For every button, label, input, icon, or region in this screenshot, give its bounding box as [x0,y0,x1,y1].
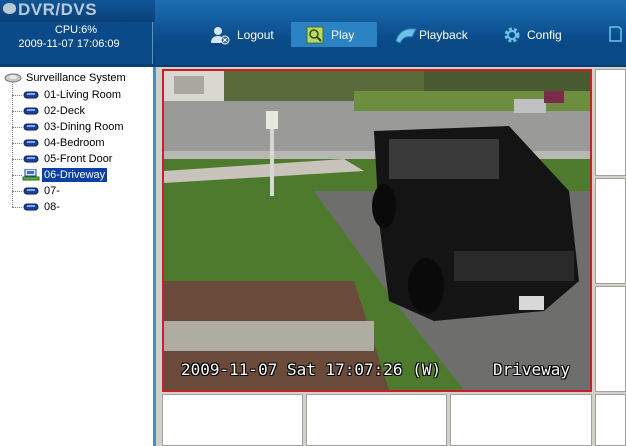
osd-channel-name: Driveway [493,360,571,379]
tab-logout[interactable]: Logout [205,22,285,47]
video-cell[interactable] [162,394,303,446]
tree-item-label: 03-Dining Room [44,121,124,133]
play-icon [306,26,324,44]
osd-timestamp: 2009-11-07 Sat 17:07:26 (W) [181,360,442,379]
camera-icon [23,107,39,115]
camera-icon [23,187,39,195]
tree-item-label: 02-Deck [44,105,85,117]
toolbar-strip [155,47,626,65]
tree-item-label: 08- [44,201,60,213]
tree-connector [12,207,22,208]
camera-icon [23,155,39,163]
system-datetime: 2009-11-07 17:06:09 [18,38,120,50]
tab-playback-label: Playback [419,28,468,42]
tree-connector [12,111,22,112]
tree-item-label: 04-Bedroom [44,137,105,149]
gear-icon [504,27,520,43]
tab-config-label: Config [527,28,562,42]
brand: DVR/DVS [0,0,155,22]
playback-icon [395,28,417,44]
video-cell[interactable] [595,69,626,176]
video-cell[interactable] [595,394,626,446]
tab-config[interactable]: Config [500,22,575,47]
tab-play-label: Play [331,28,355,42]
user-logout-icon [211,27,230,45]
tree-connector [12,127,22,128]
app-title: DVR/DVS [18,0,98,19]
dvr-logo-icon [3,3,16,14]
camera-feed-image [164,71,590,390]
tree-item-label: 05-Front Door [44,153,113,165]
tree-root-label: Surveillance System [26,72,126,84]
camera-icon [23,91,39,99]
tree-item-label: 01-Living Room [44,89,122,101]
title-bar: DVR/DVS CPU:6% 2009-11-07 17:06:09 Logou… [0,0,626,67]
tree-connector [12,191,22,192]
video-cell[interactable] [450,394,592,446]
video-cell[interactable] [306,394,447,446]
edit-icon[interactable] [607,25,623,43]
camera-active-icon [22,169,40,181]
tab-playback[interactable]: Playback [392,22,482,47]
tab-play[interactable]: Play [291,22,377,47]
tree-connector [12,143,22,144]
camera-icon [23,203,39,211]
tree-connector [12,159,22,160]
tree-item-label: 06-Driveway [42,168,108,182]
tree-connector [12,95,22,96]
tree-connector [12,175,22,176]
active-video-view[interactable]: 2009-11-07 Sat 17:07:26 (W) Driveway [162,69,592,392]
video-cell[interactable] [595,178,626,284]
video-cell[interactable] [595,286,626,392]
camera-icon [23,139,39,147]
status-panel: CPU:6% 2009-11-07 17:06:09 [0,22,153,64]
cpu-usage: CPU:6% [54,24,98,36]
device-tree: Surveillance System 01-Living Room 02-De… [0,67,153,446]
tab-logout-label: Logout [237,28,274,42]
system-root-icon [4,73,22,83]
camera-icon [23,123,39,131]
tree-item-label: 07- [44,185,60,197]
